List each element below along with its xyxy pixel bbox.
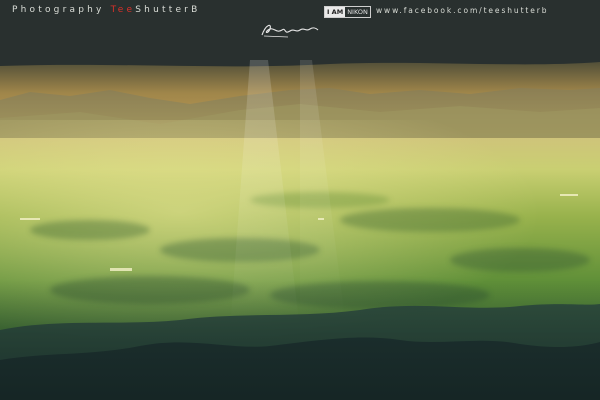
vignette: [0, 0, 600, 400]
watermark-brand: Photography TeeShutterB: [12, 5, 200, 15]
watermark-badge-a: I AM: [325, 7, 346, 17]
watermark-url: www.facebook.com/teeshutterb: [376, 6, 549, 15]
watermark-badge-b: NIKON: [347, 8, 368, 16]
watermark-brand-suffix: ShutterB: [135, 5, 201, 15]
watermark-brand-prefix: Photography: [12, 5, 105, 15]
landscape-photo: Photography TeeShutterB I AM NIKON www.f…: [0, 0, 600, 400]
watermark-brand-accent: Tee: [110, 5, 136, 15]
signature-logo: [261, 24, 319, 38]
landscape-scene: [0, 0, 600, 400]
watermark-badge: I AM NIKON: [324, 6, 371, 18]
watermark: Photography TeeShutterB I AM NIKON www.f…: [0, 0, 600, 22]
